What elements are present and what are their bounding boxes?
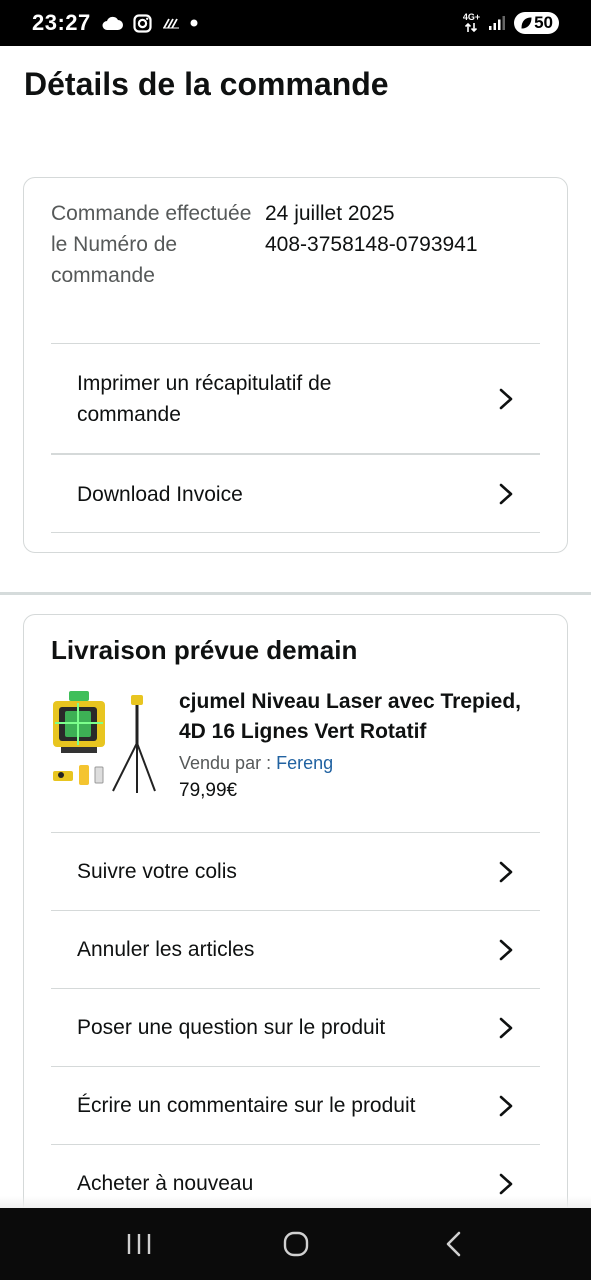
print-summary-label: Imprimer un récapitulatif de commande xyxy=(77,371,332,426)
scroll-fade xyxy=(0,1196,591,1208)
back-button[interactable] xyxy=(423,1219,483,1269)
battery-level: 50 xyxy=(534,13,553,32)
ask-question-label: Poser une question sur le produit xyxy=(77,1016,386,1039)
sold-by-label: Vendu par xyxy=(179,753,262,773)
divider xyxy=(51,532,540,533)
data-arrows-icon: 4G+ xyxy=(463,13,480,33)
chevron-right-icon xyxy=(499,939,513,960)
product-image[interactable] xyxy=(51,687,159,797)
chevron-right-icon xyxy=(499,1017,513,1038)
chevron-right-icon xyxy=(499,483,513,505)
order-info-values: 24 juillet 2025 408-3758148-0793941 xyxy=(265,198,478,291)
signal-bars-icon xyxy=(489,16,506,30)
ask-question-link[interactable]: Poser une question sur le produit xyxy=(51,988,540,1066)
home-button[interactable] xyxy=(266,1219,326,1269)
product-info: cjumel Niveau Laser avec Trepied, 4D 16 … xyxy=(179,687,540,802)
dot-icon xyxy=(190,19,198,27)
back-icon xyxy=(446,1231,460,1257)
order-info-card: Commande effectuée le Numéro de commande… xyxy=(23,177,568,553)
order-info-labels: Commande effectuée le Numéro de commande xyxy=(51,202,252,287)
signal-stripe-icon xyxy=(162,18,179,29)
cancel-items-label: Annuler les articles xyxy=(77,938,255,961)
cancel-items-link[interactable]: Annuler les articles xyxy=(51,910,540,988)
print-summary-link[interactable]: Imprimer un récapitulatif de commande xyxy=(51,343,540,453)
chevron-right-icon xyxy=(499,388,513,409)
download-invoice-label: Download Invoice xyxy=(77,482,243,506)
product-title[interactable]: cjumel Niveau Laser avec Trepied, 4D 16 … xyxy=(179,687,540,747)
battery-icon: 50 xyxy=(514,12,559,34)
buy-again-label: Acheter à nouveau xyxy=(77,1172,254,1195)
sold-by-separator: : xyxy=(261,753,277,773)
home-icon xyxy=(283,1231,308,1257)
chevron-right-icon xyxy=(499,1095,513,1116)
recent-apps-button[interactable] xyxy=(109,1219,169,1269)
navigation-bar xyxy=(0,1208,591,1280)
status-bar: 23:27 4G+ 50 xyxy=(0,0,591,46)
status-right-icons: 4G+ 50 xyxy=(463,12,559,34)
network-type: 4G+ xyxy=(462,12,481,22)
order-info: Commande effectuée le Numéro de commande… xyxy=(51,198,540,291)
status-time: 23:27 xyxy=(32,10,91,35)
order-number: 408-3758148-0793941 xyxy=(265,233,478,256)
status-notification-icons xyxy=(101,13,198,33)
page-title: Détails de la commande xyxy=(24,66,389,102)
track-package-label: Suivre votre colis xyxy=(77,860,237,883)
track-package-link[interactable]: Suivre votre colis xyxy=(51,832,540,910)
product-item[interactable]: cjumel Niveau Laser avec Trepied, 4D 16 … xyxy=(51,687,540,802)
sold-by: Vendu par : Fereng xyxy=(179,753,540,774)
cloud-icon xyxy=(102,16,123,30)
seller-link[interactable]: Fereng xyxy=(276,753,333,773)
chevron-right-icon xyxy=(499,1173,513,1194)
order-date: 24 juillet 2025 xyxy=(265,202,395,225)
write-review-label: Écrire un commentaire sur le produit xyxy=(77,1094,416,1117)
download-invoice-link[interactable]: Download Invoice xyxy=(51,453,540,533)
product-price: 79,99€ xyxy=(179,780,238,801)
section-divider xyxy=(0,592,591,595)
delivery-title: Livraison prévue demain xyxy=(51,635,358,665)
write-review-link[interactable]: Écrire un commentaire sur le produit xyxy=(51,1066,540,1144)
instagram-icon xyxy=(133,13,152,33)
chevron-right-icon xyxy=(499,861,513,882)
delivery-card: Livraison prévue demain cjumel Niveau La… xyxy=(23,614,568,1214)
recent-apps-icon xyxy=(127,1234,150,1254)
